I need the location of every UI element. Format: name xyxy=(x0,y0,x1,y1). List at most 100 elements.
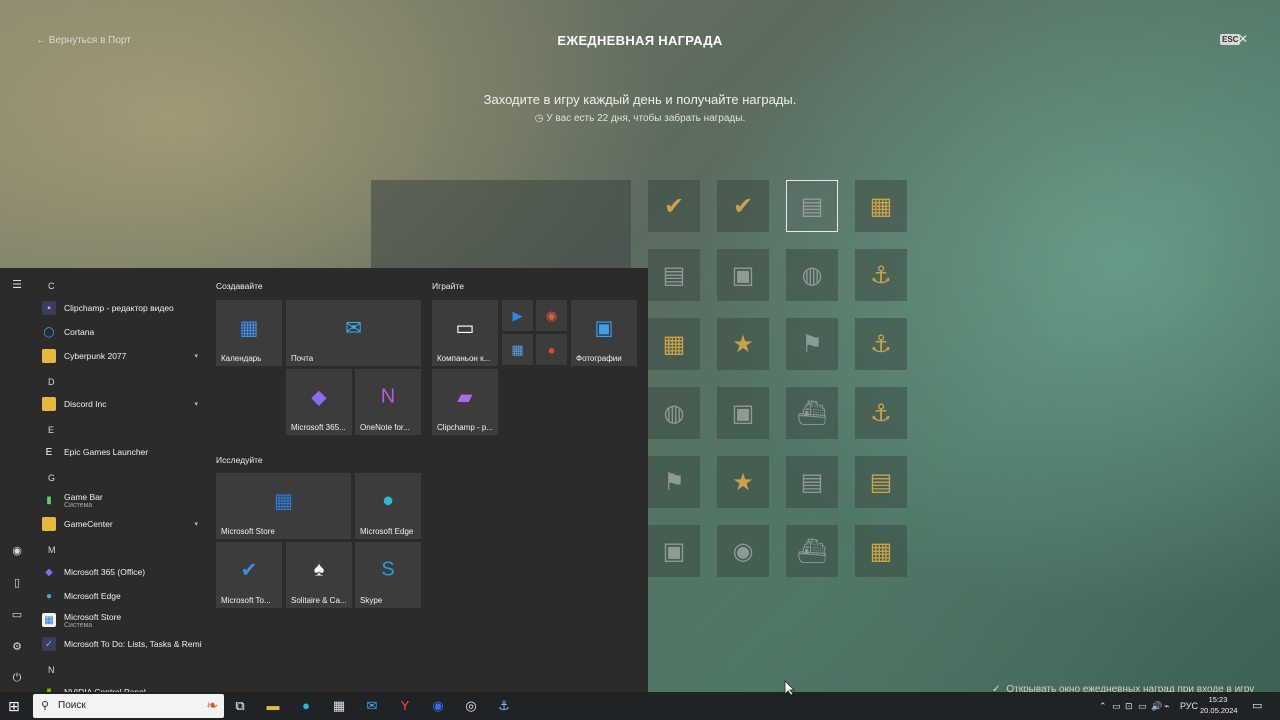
todo-icon: ✔ xyxy=(240,559,258,582)
show-hidden-icons-icon[interactable]: ⌃ xyxy=(1099,701,1107,712)
app-list-letter-header[interactable]: C xyxy=(48,281,55,291)
notifications-icon[interactable]: ▭ xyxy=(1252,699,1262,712)
reward-cell[interactable]: ◉ xyxy=(717,525,769,577)
app-list-item[interactable]: ▦ Microsoft Store Система xyxy=(42,610,202,630)
app-list-item[interactable]: ▬ Cyberpunk 2077 ▾ xyxy=(42,346,202,366)
documents-icon[interactable]: ▯ xyxy=(10,576,24,589)
tile-maps[interactable]: ● xyxy=(536,334,567,365)
tile-m365[interactable]: ◆ Microsoft 365... xyxy=(286,369,352,435)
settings-icon[interactable]: ⚙ xyxy=(10,640,24,653)
app-list-item[interactable]: ● Microsoft Edge xyxy=(42,586,202,606)
tile-onenote[interactable]: N OneNote for... xyxy=(355,369,421,435)
volume-icon[interactable]: 🔊 xyxy=(1151,701,1162,712)
reward-cell[interactable]: ⛴ xyxy=(786,387,838,439)
app-list-item[interactable]: ▮ Game Bar Система xyxy=(42,490,202,510)
power-icon[interactable]: ⏻ xyxy=(10,672,24,685)
app-list-item[interactable]: ◆ Microsoft 365 (Office) xyxy=(42,562,202,582)
chevron-down-icon[interactable]: ▾ xyxy=(194,520,198,528)
tile-mail[interactable]: ✉ Почта xyxy=(286,300,421,366)
app-list-letter-header[interactable]: M xyxy=(48,545,56,555)
reward-cell[interactable]: ▦ xyxy=(648,318,700,370)
app-list-letter-header[interactable]: G xyxy=(48,473,55,483)
mail-icon[interactable]: ✉ xyxy=(363,698,381,714)
reward-cell[interactable]: ⚑ xyxy=(786,318,838,370)
app-list-item[interactable]: E Epic Games Launcher xyxy=(42,442,202,462)
reward-cell[interactable]: ▦ xyxy=(855,180,907,232)
app-label: Epic Games Launcher xyxy=(64,447,149,457)
reward-cell[interactable]: ◍ xyxy=(786,249,838,301)
clipchamp-icon: ▪ xyxy=(42,301,56,315)
hamburger-icon[interactable]: ☰ xyxy=(10,278,24,291)
reward-cell[interactable]: ▣ xyxy=(717,387,769,439)
chevron-down-icon[interactable]: ▾ xyxy=(194,400,198,408)
tile-calendar[interactable]: ▦ Календарь xyxy=(216,300,282,366)
reward-cell[interactable]: ⚓ xyxy=(855,387,907,439)
app-list-item[interactable]: ▬ Discord Inc ▾ xyxy=(42,394,202,414)
flag-icon: ⚑ xyxy=(801,330,823,358)
reward-cell[interactable]: ⚑ xyxy=(648,456,700,508)
app-list-letter-header[interactable]: D xyxy=(48,377,55,387)
reward-cell[interactable]: ▤ xyxy=(786,456,838,508)
tile-xbox-companion[interactable]: ▭ Компаньон к... xyxy=(432,300,498,366)
reward-grid: ✔ ✔ ▤ ▦ ▤ ▣ ◍ ⚓ ▦ ★ ⚑ ⚓ ◍ ▣ ⛴ ⚓ ⚑ ★ ▤ ▤ ▣ ◉ ⛴ ▦ xyxy=(648,180,910,580)
language-indicator[interactable]: РУС xyxy=(1180,701,1198,711)
task-view-icon[interactable]: ⧉ xyxy=(231,698,249,714)
tile-movies[interactable]: ▶ xyxy=(502,300,533,331)
reward-cell[interactable]: ⛴ xyxy=(786,525,838,577)
reward-cell[interactable]: ✔ xyxy=(717,180,769,232)
app-list-item[interactable]: ✓ Microsoft To Do: Lists, Tasks & Remin..… xyxy=(42,634,202,654)
tile-groove[interactable]: ◉ xyxy=(536,300,567,331)
game-app-icon[interactable]: ◉ xyxy=(429,698,447,714)
tile-skype[interactable]: S Skype xyxy=(355,542,421,608)
tile-calculator[interactable]: ▦ xyxy=(502,334,533,365)
tile-label: OneNote for... xyxy=(360,423,410,432)
app-list-item[interactable]: ◯ Cortana xyxy=(42,322,202,342)
tile-photos[interactable]: ▣ Фотографии xyxy=(571,300,637,366)
store-icon[interactable]: ▦ xyxy=(330,698,348,714)
tile-solitaire[interactable]: ♠ Solitaire & Ca... xyxy=(286,542,352,608)
edge-icon[interactable]: ● xyxy=(297,698,315,713)
warships-icon[interactable]: ⚓ xyxy=(495,698,513,714)
reward-cell[interactable]: ⚓ xyxy=(855,249,907,301)
tile-todo[interactable]: ✔ Microsoft To... xyxy=(216,542,282,608)
reward-cell[interactable]: ▤ xyxy=(855,456,907,508)
yandex-browser-icon[interactable]: Y xyxy=(396,698,414,713)
store-icon: ▦ xyxy=(42,613,56,627)
reward-cell[interactable]: ▣ xyxy=(648,525,700,577)
group-title-explore: Исследуйте xyxy=(216,455,263,465)
tray-app-icon[interactable]: ▭ xyxy=(1112,701,1121,712)
reward-cell[interactable]: ★ xyxy=(717,456,769,508)
reward-cell[interactable]: ▦ xyxy=(855,525,907,577)
network-icon[interactable]: ⌁ xyxy=(1164,701,1169,712)
chevron-down-icon[interactable]: ▾ xyxy=(194,352,198,360)
search-input[interactable]: ⚲ Поиск ❧ xyxy=(33,694,224,718)
tile-clipchamp[interactable]: ▰ Clipchamp - р... xyxy=(432,369,498,435)
tile-store[interactable]: ▦ Microsoft Store xyxy=(216,473,351,539)
app-list-letter-header[interactable]: E xyxy=(48,425,54,435)
file-explorer-icon[interactable]: ▬ xyxy=(264,698,282,713)
user-icon[interactable]: ◉ xyxy=(10,544,24,557)
app-list-item[interactable]: ▪ Clipchamp - редактор видео xyxy=(42,298,202,318)
reward-cell[interactable]: ⚓ xyxy=(855,318,907,370)
reward-cell[interactable]: ▤ xyxy=(786,180,838,232)
battery-icon[interactable]: ▭ xyxy=(1138,701,1147,712)
pictures-icon[interactable]: ▭ xyxy=(10,608,24,621)
clock[interactable]: 15:23 20.05.2024 xyxy=(1200,694,1238,716)
reward-cell[interactable]: ◍ xyxy=(648,387,700,439)
tile-edge[interactable]: ● Microsoft Edge xyxy=(355,473,421,539)
app-list-letter-header[interactable]: N xyxy=(48,665,55,675)
groove-icon: ◉ xyxy=(545,307,558,323)
app-list-item[interactable]: ▬ GameCenter ▾ xyxy=(42,514,202,534)
windows-start-icon[interactable]: ⊞ xyxy=(8,698,20,715)
anchor-icon: ⚓ xyxy=(870,399,892,427)
reward-cell[interactable]: ▣ xyxy=(717,249,769,301)
reward-cell[interactable]: ★ xyxy=(717,318,769,370)
app-list-item[interactable]: ▮ NVIDIA Control Panel xyxy=(42,682,202,692)
tile-label: Microsoft Edge xyxy=(360,527,414,536)
search-highlight-icon: ❧ xyxy=(206,697,218,713)
tray-app-icon[interactable]: ⊡ xyxy=(1125,701,1133,712)
reward-cell[interactable]: ✔ xyxy=(648,180,700,232)
steering-app-icon[interactable]: ◎ xyxy=(462,698,480,714)
reward-cell[interactable]: ▤ xyxy=(648,249,700,301)
close-icon[interactable]: ✕ xyxy=(1238,32,1248,46)
